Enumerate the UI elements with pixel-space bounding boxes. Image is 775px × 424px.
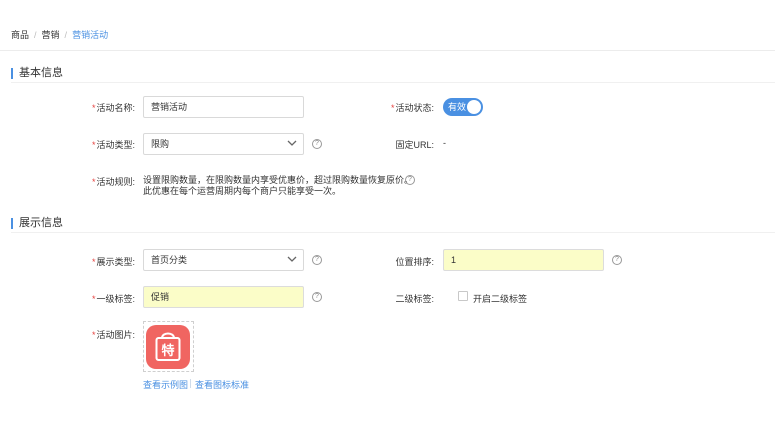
question-circle-icon[interactable]: ? [612, 255, 622, 265]
activity-name-input[interactable]: 营销活动 [143, 96, 304, 118]
activity-badge-image: 特 [146, 325, 190, 369]
level2-tag-checkbox[interactable] [458, 291, 468, 301]
link-separator [190, 379, 191, 388]
breadcrumb: 商品 / 营销 / 营销活动 [11, 28, 108, 41]
shopping-bag-icon: 特 [155, 332, 181, 361]
activity-rule-label: *活动规则: [92, 175, 135, 188]
display-type-label: *展示类型: [92, 255, 135, 268]
badge-char: 特 [161, 343, 174, 359]
fixed-url-label: 固定URL: [395, 140, 434, 150]
level1-tag-label-text: 一级标签: [96, 294, 135, 304]
required-mark: * [91, 177, 96, 187]
activity-status-label-text: 活动状态: [395, 103, 434, 113]
level1-tag-input[interactable]: 促销 [143, 286, 304, 308]
breadcrumb-item-goods[interactable]: 商品 [11, 30, 29, 40]
activity-status-label: *活动状态: [391, 101, 434, 114]
required-mark: * [91, 103, 96, 113]
activity-type-select[interactable]: 限购 [143, 133, 304, 155]
breadcrumb-item-marketing[interactable]: 营销 [42, 30, 60, 40]
toggle-knob [467, 100, 481, 114]
section-title-basic: 基本信息 [11, 68, 63, 79]
activity-type-label: *活动类型: [92, 138, 135, 151]
section-title-display: 展示信息 [11, 218, 63, 229]
display-type-label-text: 展示类型: [96, 257, 135, 267]
level2-tag-checkbox-label[interactable]: 开启二级标签 [473, 292, 527, 305]
chevron-down-icon [287, 256, 297, 262]
breadcrumb-separator: / [34, 30, 37, 40]
breadcrumb-current: 营销活动 [72, 30, 109, 40]
required-mark: * [91, 330, 96, 340]
level2-tag-label: 二级标签: [395, 294, 434, 304]
activity-status-toggle[interactable]: 有效 [443, 98, 483, 116]
activity-rule-text-1: 设置限购数量，在限购数量内享受优惠价，超过限购数量恢复原价。 [143, 175, 414, 185]
required-mark: * [91, 257, 96, 267]
view-icon-standard-link[interactable]: 查看图标标准 [195, 378, 249, 391]
header-divider [0, 50, 775, 51]
activity-rule-label-text: 活动规则: [96, 177, 135, 187]
activity-type-label-text: 活动类型: [96, 140, 135, 150]
activity-name-label: *活动名称: [92, 101, 135, 114]
fixed-url-value: - [443, 138, 446, 148]
question-circle-icon[interactable]: ? [405, 175, 415, 185]
position-sort-label: 位置排序: [395, 257, 434, 267]
required-mark: * [390, 103, 395, 113]
required-mark: * [91, 294, 96, 304]
activity-name-label-text: 活动名称: [96, 103, 135, 113]
question-circle-icon[interactable]: ? [312, 255, 322, 265]
activity-image-upload[interactable]: 特 [143, 321, 194, 372]
display-type-select[interactable]: 首页分类 [143, 249, 304, 271]
activity-type-value: 限购 [151, 139, 170, 149]
breadcrumb-separator: / [64, 30, 68, 40]
activity-image-label: *活动图片: [92, 328, 135, 341]
activity-rule-text-2: 此优惠在每个运营周期内每个商户只能享受一次。 [143, 186, 342, 196]
chevron-down-icon [287, 140, 297, 146]
position-sort-input[interactable]: 1 [443, 249, 604, 271]
question-circle-icon[interactable]: ? [312, 292, 322, 302]
activity-image-label-text: 活动图片: [96, 330, 135, 340]
level1-tag-label: *一级标签: [92, 292, 135, 305]
section-divider [11, 82, 775, 83]
view-example-link[interactable]: 查看示例图 [143, 378, 188, 391]
question-circle-icon[interactable]: ? [312, 139, 322, 149]
display-type-value: 首页分类 [151, 255, 188, 265]
section-divider [11, 232, 775, 233]
required-mark: * [91, 140, 96, 150]
toggle-text: 有效 [448, 102, 467, 112]
